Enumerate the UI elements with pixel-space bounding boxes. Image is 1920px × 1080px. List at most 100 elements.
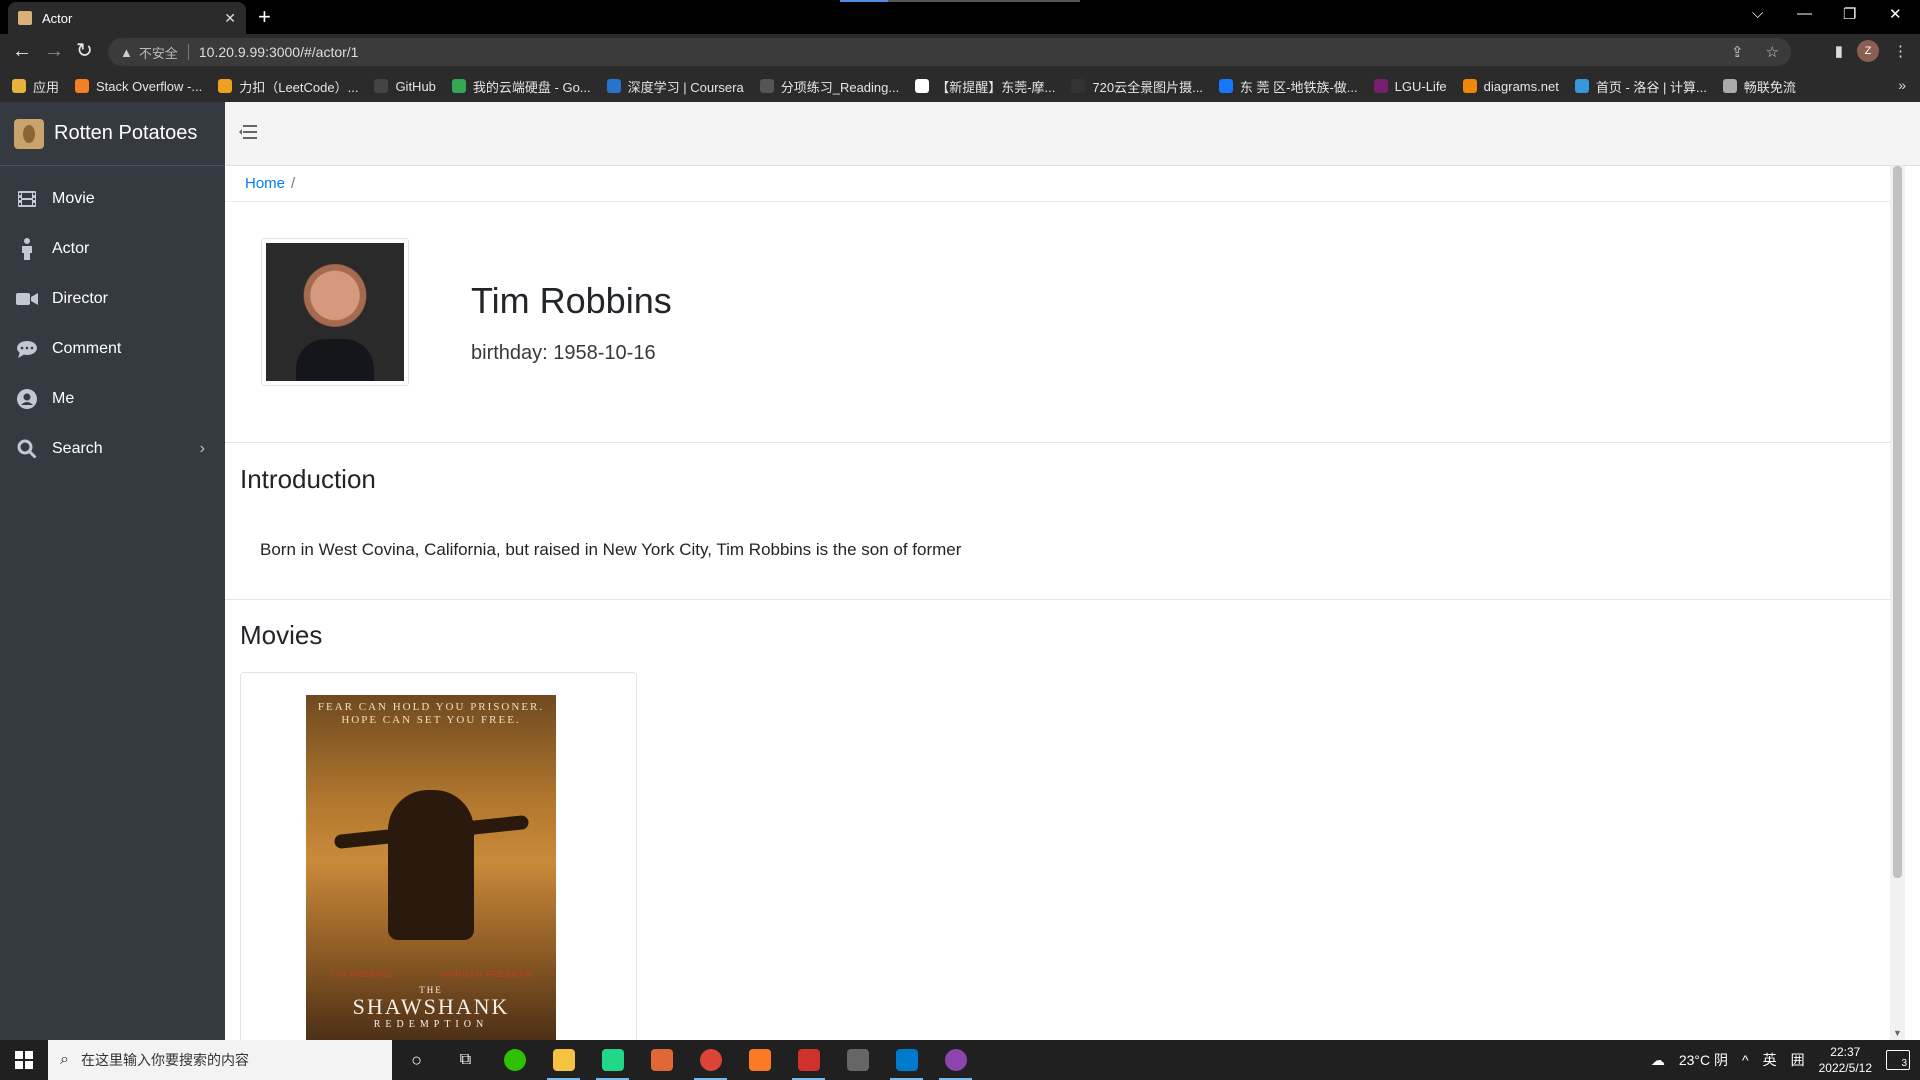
bookmark-favicon-icon: [1071, 79, 1086, 93]
bookmark-item[interactable]: 【新提醒】东莞-摩...: [915, 77, 1055, 96]
poster-tagline: FEAR CAN HOLD YOU PRISONER.: [317, 701, 545, 713]
insecure-label: 不安全: [138, 45, 178, 61]
brand-link[interactable]: Rotten Potatoes: [0, 102, 225, 166]
more-bookmarks-icon[interactable]: »: [1898, 77, 1906, 93]
task-view-icon[interactable]: ⧉: [441, 1040, 490, 1080]
bookmark-item[interactable]: 力扣（LeetCode）...: [218, 77, 358, 96]
weather-icon[interactable]: ☁: [1651, 1052, 1665, 1069]
chrome-icon[interactable]: [686, 1040, 735, 1080]
close-window-button[interactable]: ✕: [1889, 5, 1902, 23]
restore-button[interactable]: ❐: [1843, 5, 1856, 23]
bookmark-item[interactable]: 分项练习_Reading...: [759, 77, 899, 96]
sidebar-item-label: Me: [52, 390, 75, 407]
poster-actor: TIM ROBBINS: [329, 970, 393, 979]
bookmark-label: 深度学习 | Coursera: [627, 79, 744, 95]
movie-card[interactable]: FEAR CAN HOLD YOU PRISONER. HOPE CAN SET…: [240, 672, 637, 1040]
wechat-icon[interactable]: [490, 1040, 539, 1080]
bookmark-favicon-icon: [1574, 79, 1589, 93]
sidebar-item-actor[interactable]: Actor: [0, 224, 225, 274]
actor-name: Tim Robbins: [471, 280, 672, 321]
page-scrollbar[interactable]: ▼: [1890, 166, 1905, 1040]
cortana-icon[interactable]: ○: [392, 1040, 441, 1080]
notification-count: 3: [1901, 1058, 1907, 1069]
ime-language[interactable]: 英: [1763, 1050, 1777, 1070]
close-tab-icon[interactable]: ✕: [224, 10, 236, 27]
sidebar-item-me[interactable]: Me: [0, 374, 225, 424]
windows-taskbar: ⌕ 在这里输入你要搜索的内容 ○ ⧉ ☁ 23°C 阴 ^ 英 囲 22:37 …: [0, 1040, 1920, 1080]
side-panel-icon[interactable]: ▮: [1835, 42, 1843, 60]
bookmark-favicon-icon: [606, 79, 621, 93]
browser-tab[interactable]: Actor ✕: [8, 2, 246, 34]
matlab-icon[interactable]: [637, 1040, 686, 1080]
section-divider: [225, 442, 1905, 443]
movie-poster[interactable]: FEAR CAN HOLD YOU PRISONER. HOPE CAN SET…: [306, 695, 556, 1040]
sidebar-item-search[interactable]: Search ›: [0, 424, 225, 474]
profile-avatar[interactable]: Z: [1857, 40, 1879, 62]
bookmark-item[interactable]: GitHub: [374, 79, 436, 94]
screenshot-tool-icon[interactable]: [833, 1040, 882, 1080]
section-divider: [225, 599, 1905, 600]
main-content: Home / Tim Robbins birthday: 1958-10-16 …: [225, 166, 1905, 1040]
menu-toggle-icon[interactable]: [239, 124, 257, 145]
bookmark-favicon-icon: [1373, 79, 1388, 93]
chevron-right-icon: ›: [199, 440, 205, 457]
bookmark-item[interactable]: 应用: [12, 77, 59, 96]
bookmark-item[interactable]: 畅联免流: [1722, 77, 1796, 96]
menu-icon[interactable]: ⋮: [1893, 42, 1908, 60]
bookmark-item[interactable]: 深度学习 | Coursera: [606, 77, 744, 96]
person-icon: [16, 238, 38, 260]
show-hidden-icons-icon[interactable]: ^: [1742, 1052, 1749, 1068]
breadcrumb-home-link[interactable]: Home: [245, 175, 285, 192]
reload-button[interactable]: ↻: [76, 40, 93, 62]
sidebar-item-movie[interactable]: Movie: [0, 174, 225, 224]
github-desktop-icon[interactable]: [931, 1040, 980, 1080]
bookmark-label: 力扣（LeetCode）...: [239, 79, 359, 95]
bookmark-label: 首页 - 洛谷 | 计算...: [1595, 79, 1707, 95]
video-camera-icon: [16, 288, 38, 310]
share-icon[interactable]: ⇪: [1731, 43, 1744, 61]
sidebar-item-comment[interactable]: Comment: [0, 324, 225, 374]
bookmark-item[interactable]: 东 莞 区-地铁族-做...: [1218, 77, 1358, 96]
bookmark-item[interactable]: Stack Overflow -...: [75, 79, 202, 94]
scroll-down-icon[interactable]: ▼: [1893, 1028, 1902, 1038]
breadcrumb-separator: /: [291, 175, 296, 192]
vscode-icon[interactable]: [882, 1040, 931, 1080]
taskbar-search-input[interactable]: ⌕ 在这里输入你要搜索的内容: [48, 1040, 392, 1080]
back-button[interactable]: ←: [12, 40, 32, 62]
start-button[interactable]: [0, 1040, 48, 1080]
sidebar-item-director[interactable]: Director: [0, 274, 225, 324]
scrollbar-thumb[interactable]: [1893, 166, 1902, 878]
bookmark-item[interactable]: 720云全景图片摄...: [1071, 77, 1203, 96]
taskbar-clock[interactable]: 22:37 2022/5/12: [1819, 1044, 1872, 1076]
wps-icon[interactable]: [784, 1040, 833, 1080]
bookmark-favicon-icon: [12, 79, 26, 93]
browser-toolbar: ← → ↻ ▲ 不安全 10.20.9.99:3000/#/actor/1 ⇪ …: [0, 34, 1920, 70]
bookmark-star-icon[interactable]: ☆: [1766, 43, 1779, 61]
film-icon: [16, 188, 38, 210]
bookmark-label: 我的云端硬盘 - Go...: [472, 79, 591, 95]
ime-mode[interactable]: 囲: [1791, 1050, 1805, 1070]
favicon-icon: [18, 11, 32, 25]
xampp-icon[interactable]: [735, 1040, 784, 1080]
notification-center-icon[interactable]: 3: [1886, 1050, 1910, 1070]
minimize-button[interactable]: —: [1797, 5, 1812, 22]
new-tab-button[interactable]: +: [258, 5, 271, 29]
brand-logo-icon: [14, 118, 44, 149]
bookmark-item[interactable]: 首页 - 洛谷 | 计算...: [1574, 77, 1707, 96]
bookmark-label: 东 莞 区-地铁族-做...: [1239, 79, 1358, 95]
bookmark-item[interactable]: LGU-Life: [1373, 79, 1447, 94]
pycharm-icon[interactable]: [588, 1040, 637, 1080]
weather-text[interactable]: 23°C 阴: [1679, 1050, 1728, 1070]
forward-button[interactable]: →: [44, 40, 64, 62]
file-explorer-icon[interactable]: [539, 1040, 588, 1080]
introduction-heading: Introduction: [240, 464, 376, 494]
bookmark-item[interactable]: diagrams.net: [1462, 79, 1559, 94]
address-bar[interactable]: ▲ 不安全 10.20.9.99:3000/#/actor/1 ⇪ ☆: [108, 38, 1791, 66]
tab-search-icon[interactable]: ⌵: [1752, 5, 1763, 22]
poster-title: THE SHAWSHANK REDEMPTION: [306, 985, 556, 1030]
bookmark-item[interactable]: 我的云端硬盘 - Go...: [451, 77, 591, 96]
windows-logo-icon: [15, 1051, 33, 1069]
breadcrumb: Home /: [225, 166, 1905, 202]
top-navbar: [225, 102, 1920, 166]
bookmark-favicon-icon: [759, 79, 774, 93]
